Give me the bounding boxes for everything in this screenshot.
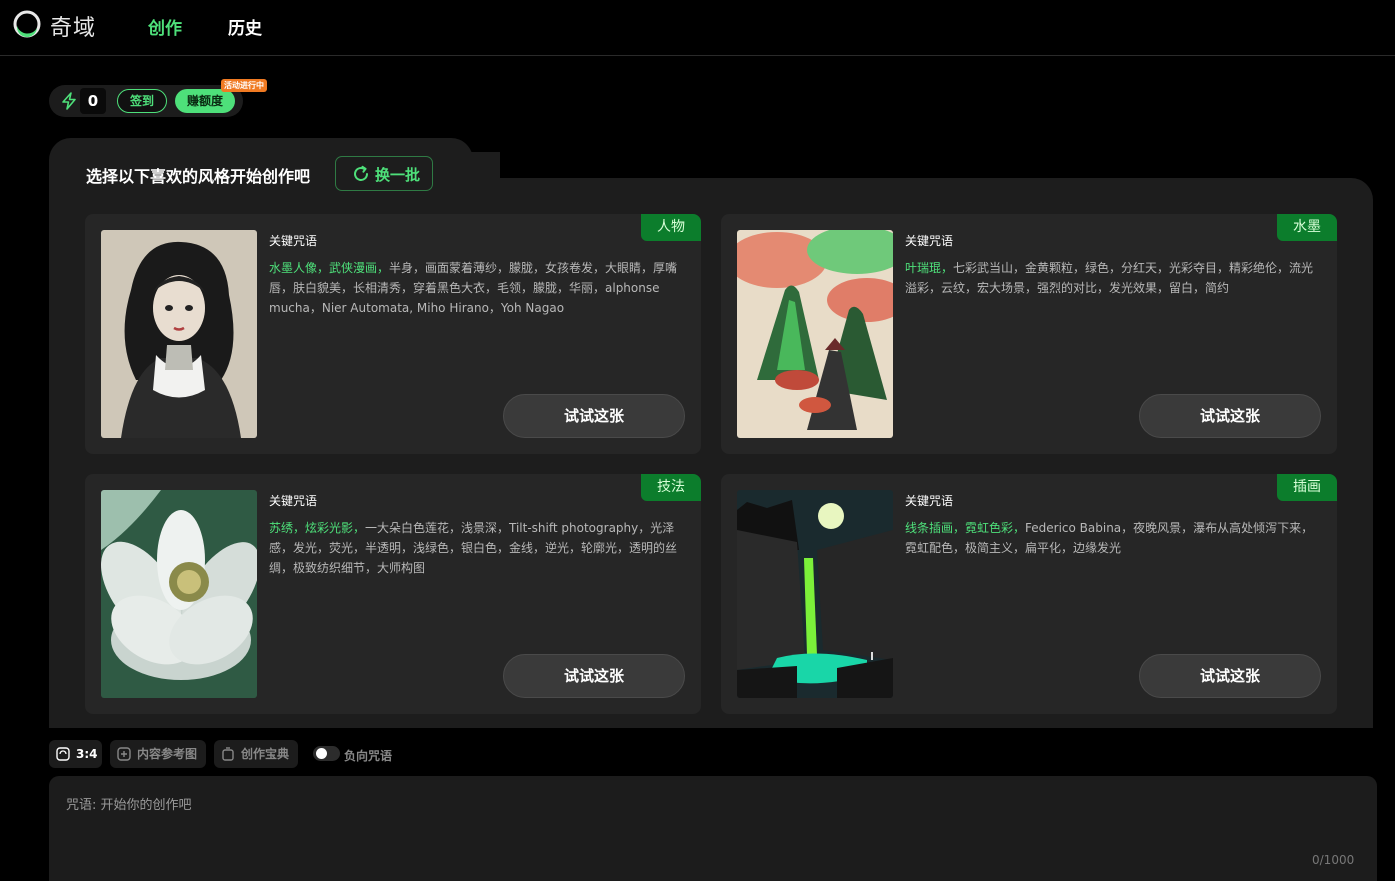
ink-landscape-image (737, 230, 893, 438)
card-prompt: 叶瑞琨，七彩武当山，金黄颗粒，绿色，分红天，光彩夺目，精彩绝伦，流光溢彩，云纹，… (905, 258, 1323, 298)
lightning-icon (62, 92, 76, 110)
dictionary-label: 创作宝典 (241, 747, 290, 761)
top-header: 奇域 创作 历史 (0, 0, 1395, 56)
card-label: 关键咒语 (269, 234, 318, 248)
add-icon (117, 747, 131, 761)
refresh-icon (354, 165, 368, 181)
try-button[interactable]: 试试这张 (503, 394, 685, 438)
negative-prompt-label: 负向咒语 (344, 749, 393, 763)
credit-count: 0 (80, 88, 106, 114)
portrait-image (101, 230, 257, 438)
reference-label: 内容参考图 (137, 747, 198, 761)
nav-create[interactable]: 创作 (148, 14, 182, 39)
style-card-portrait[interactable]: 人物 关键咒语 水墨人像，武侠漫画，半身，画面蒙着薄纱，朦胧，女孩卷发，大眼睛，… (85, 214, 701, 454)
earn-credits-button[interactable]: 赚额度 (175, 89, 235, 113)
negative-prompt-toggle[interactable] (313, 746, 340, 761)
ratio-icon (56, 747, 70, 761)
style-card-technique[interactable]: 技法 关键咒语 苏绣，炫彩光影，一大朵白色莲花，浅景深，Tilt-shift p… (85, 474, 701, 714)
logo-icon[interactable] (13, 10, 41, 38)
card-prompt: 水墨人像，武侠漫画，半身，画面蒙着薄纱，朦胧，女孩卷发，大眼睛，厚嘴唇，肤白貌美… (269, 258, 687, 318)
prompt-highlight: 苏绣，炫彩光影， (269, 521, 366, 535)
style-card-illustration[interactable]: 插画 关键咒语 线条插画，霓虹色彩，Federico Babina，夜晚风景，瀑… (721, 474, 1337, 714)
card-prompt: 线条插画，霓虹色彩，Federico Babina，夜晚风景，瀑布从高处倾泻下来… (905, 518, 1323, 558)
card-tag: 水墨 (1277, 214, 1337, 241)
prompt-highlight: 叶瑞琨， (905, 261, 954, 275)
card-tag: 插画 (1277, 474, 1337, 501)
prompt-text: 七彩武当山，金黄颗粒，绿色，分红天，光彩夺目，精彩绝伦，流光溢彩，云纹，宏大场景… (905, 261, 1314, 295)
ratio-label: 3:4 (76, 747, 98, 761)
card-label: 关键咒语 (269, 494, 318, 508)
reference-image-button[interactable]: 内容参考图 (110, 740, 206, 768)
prompt-highlight: 水墨人像，武侠漫画， (269, 261, 390, 275)
event-badge: 活动进行中 (221, 79, 267, 92)
try-button[interactable]: 试试这张 (503, 654, 685, 698)
style-card-ink[interactable]: 水墨 关键咒语 叶瑞琨，七彩武当山，金黄颗粒，绿色，分红天，光彩夺目，精彩绝伦，… (721, 214, 1337, 454)
waterfall-image (737, 490, 893, 698)
gallery-title: 选择以下喜欢的风格开始创作吧 (86, 167, 311, 186)
prompt-highlight: 线条插画，霓虹色彩， (905, 521, 1026, 535)
card-tag: 人物 (641, 214, 701, 241)
card-label: 关键咒语 (905, 234, 954, 248)
book-icon (222, 747, 234, 761)
creation-dictionary-button[interactable]: 创作宝典 (214, 740, 298, 768)
refresh-label: 换一批 (375, 166, 421, 184)
toggle-knob (316, 748, 327, 759)
lotus-image (101, 490, 257, 698)
nav-history[interactable]: 历史 (228, 14, 262, 39)
card-tag: 技法 (641, 474, 701, 501)
panel-tab-curve (460, 152, 500, 180)
prompt-input[interactable] (66, 794, 1326, 844)
aspect-ratio-button[interactable]: 3:4 (49, 740, 102, 768)
signin-button[interactable]: 签到 (117, 89, 167, 113)
logo-text[interactable]: 奇域 (50, 10, 96, 42)
char-counter: 0/1000 (1312, 853, 1355, 867)
try-button[interactable]: 试试这张 (1139, 394, 1321, 438)
card-prompt: 苏绣，炫彩光影，一大朵白色莲花，浅景深，Tilt-shift photograp… (269, 518, 687, 578)
card-label: 关键咒语 (905, 494, 954, 508)
try-button[interactable]: 试试这张 (1139, 654, 1321, 698)
refresh-button[interactable]: 换一批 (335, 156, 433, 191)
